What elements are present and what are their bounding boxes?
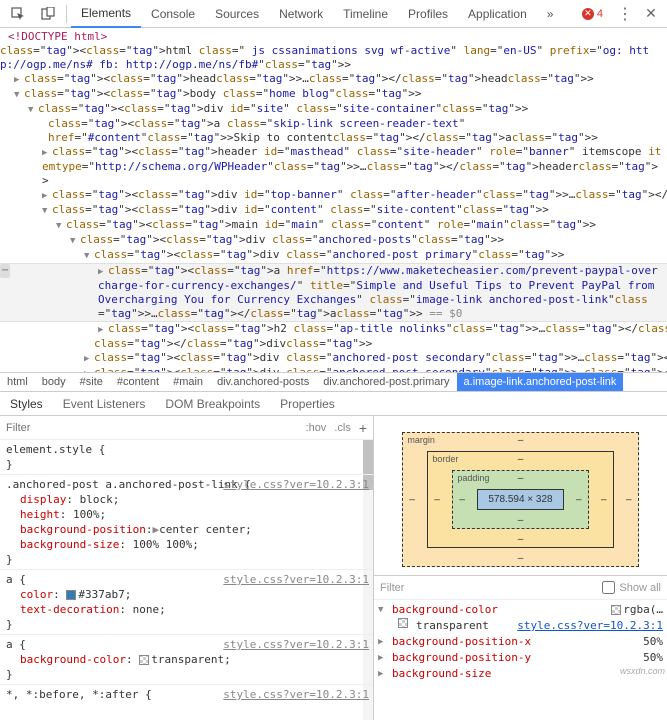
computed-row[interactable]: ▼ background-color rgba(… bbox=[378, 602, 663, 618]
crumb-body[interactable]: body bbox=[35, 373, 73, 391]
sidebar-tabs: Styles Event Listeners DOM Breakpoints P… bbox=[0, 392, 667, 416]
computed-sub-row[interactable]: transparent style.css?ver=10.2.3:1 bbox=[378, 618, 663, 634]
content-open[interactable]: ▼class="tag"><class="tag">div id="conten… bbox=[0, 203, 667, 218]
div-close-1[interactable]: class="tag"></class="tag">divclass="tag"… bbox=[0, 337, 667, 351]
panel-tabs: Elements Console Sources Network Timelin… bbox=[71, 0, 580, 28]
html-open[interactable]: class="tag"><class="tag">html class=" js… bbox=[0, 44, 667, 72]
gutter-dots-icon: ⋯ bbox=[0, 264, 10, 278]
cls-toggle[interactable]: .cls bbox=[334, 422, 351, 434]
crumb-html[interactable]: html bbox=[0, 373, 35, 391]
style-rule-4[interactable]: style.css?ver=10.2.3:1 *, *:before, *:af… bbox=[0, 685, 373, 704]
selected-element[interactable]: ⋯ ▶class="tag"><class="tag">a href="http… bbox=[0, 263, 667, 322]
crumb-primary[interactable]: div.anchored-post.primary bbox=[316, 373, 456, 391]
subtab-styles[interactable]: Styles bbox=[0, 392, 53, 416]
dom-tree[interactable]: <!DOCTYPE html> class="tag"><class="tag"… bbox=[0, 28, 667, 372]
close-icon[interactable]: ✕ bbox=[639, 5, 663, 22]
crumb-content[interactable]: #content bbox=[110, 373, 166, 391]
crumb-anchored-posts[interactable]: div.anchored-posts bbox=[210, 373, 316, 391]
color-swatch bbox=[398, 618, 408, 628]
expand-icon[interactable]: ▶ bbox=[378, 634, 388, 650]
styles-filter-bar: :hov .cls + bbox=[0, 416, 373, 440]
subtab-event-listeners[interactable]: Event Listeners bbox=[53, 392, 156, 416]
styles-panel: :hov .cls + element.style {} style.css?v… bbox=[0, 416, 374, 720]
box-content: 578.594 × 328 bbox=[477, 489, 563, 510]
hov-toggle[interactable]: :hov bbox=[306, 422, 327, 434]
tabs-overflow[interactable]: » bbox=[537, 0, 564, 28]
subtab-properties[interactable]: Properties bbox=[270, 392, 345, 416]
more-menu-icon[interactable]: ⋮ bbox=[613, 4, 637, 24]
source-link[interactable]: style.css?ver=10.2.3:1 bbox=[517, 618, 663, 634]
h2-line[interactable]: ▶class="tag"><class="tag">h2 class="ap-t… bbox=[0, 322, 667, 337]
site-open[interactable]: ▼class="tag"><class="tag">div id="site" … bbox=[0, 102, 667, 117]
expand-icon[interactable]: ▶ bbox=[378, 650, 388, 666]
color-swatch bbox=[611, 605, 621, 615]
style-rule-2[interactable]: style.css?ver=10.2.3:1 a { color: #337ab… bbox=[0, 570, 373, 635]
watermark: wsxdn.com bbox=[620, 666, 665, 676]
main-open[interactable]: ▼class="tag"><class="tag">main id="main"… bbox=[0, 218, 667, 233]
tab-application[interactable]: Application bbox=[458, 0, 537, 28]
tab-elements[interactable]: Elements bbox=[71, 0, 141, 28]
error-icon: ✕ bbox=[582, 8, 594, 20]
show-all-label: Show all bbox=[619, 582, 661, 594]
primary-open[interactable]: ▼class="tag"><class="tag">div class="anc… bbox=[0, 248, 667, 263]
tab-network[interactable]: Network bbox=[269, 0, 333, 28]
box-model[interactable]: margin – – – – border – – – – padding – … bbox=[374, 416, 667, 576]
tab-profiles[interactable]: Profiles bbox=[398, 0, 458, 28]
devtools-toolbar: Elements Console Sources Network Timelin… bbox=[0, 0, 667, 28]
breadcrumb: html body #site #content #main div.ancho… bbox=[0, 372, 667, 392]
style-rule-1[interactable]: style.css?ver=10.2.3:1 .anchored-post a.… bbox=[0, 475, 373, 570]
head-line[interactable]: ▶class="tag"><class="tag">headclass="tag… bbox=[0, 72, 667, 87]
inspect-icon[interactable] bbox=[4, 2, 32, 26]
separator bbox=[66, 5, 67, 23]
lower-split: :hov .cls + element.style {} style.css?v… bbox=[0, 416, 667, 720]
top-banner-line[interactable]: ▶class="tag"><class="tag">div id="top-ba… bbox=[0, 188, 667, 203]
show-all-checkbox[interactable] bbox=[602, 581, 615, 594]
styles-filter-input[interactable] bbox=[6, 422, 298, 434]
doctype-line[interactable]: <!DOCTYPE html> bbox=[0, 30, 667, 44]
color-swatch[interactable] bbox=[139, 655, 149, 665]
computed-list[interactable]: ▼ background-color rgba(… transparent st… bbox=[374, 600, 667, 720]
tab-timeline[interactable]: Timeline bbox=[333, 0, 398, 28]
computed-row[interactable]: ▶ background-position-x 50% bbox=[378, 634, 663, 650]
secondary-1[interactable]: ▶class="tag"><class="tag">div class="anc… bbox=[0, 351, 667, 366]
color-swatch[interactable] bbox=[66, 590, 76, 600]
device-toggle-icon[interactable] bbox=[34, 2, 62, 26]
computed-filter-label[interactable]: Filter bbox=[380, 582, 404, 594]
styles-body[interactable]: element.style {} style.css?ver=10.2.3:1 … bbox=[0, 440, 373, 720]
tab-console[interactable]: Console bbox=[141, 0, 205, 28]
anchored-posts-open[interactable]: ▼class="tag"><class="tag">div class="anc… bbox=[0, 233, 667, 248]
source-link[interactable]: style.css?ver=10.2.3:1 bbox=[223, 477, 369, 492]
header-line[interactable]: ▶class="tag"><class="tag">header id="mas… bbox=[0, 145, 667, 188]
crumb-site[interactable]: #site bbox=[73, 373, 110, 391]
computed-row[interactable]: ▶ background-position-y 50% bbox=[378, 650, 663, 666]
crumb-main[interactable]: #main bbox=[166, 373, 210, 391]
new-rule-button[interactable]: + bbox=[359, 420, 367, 436]
element-style-rule[interactable]: element.style {} bbox=[0, 440, 373, 475]
secondary-2[interactable]: ▶class="tag"><class="tag">div class="anc… bbox=[0, 366, 667, 372]
expand-icon[interactable]: ▼ bbox=[378, 602, 388, 618]
expand-icon[interactable]: ▶ bbox=[378, 666, 388, 682]
error-count: 4 bbox=[597, 8, 603, 20]
skip-link-line[interactable]: class="tag"><class="tag">a class="skip-l… bbox=[0, 117, 667, 145]
subtab-dom-breakpoints[interactable]: DOM Breakpoints bbox=[155, 392, 270, 416]
source-link[interactable]: style.css?ver=10.2.3:1 bbox=[223, 687, 369, 702]
source-link[interactable]: style.css?ver=10.2.3:1 bbox=[223, 637, 369, 652]
style-rule-3[interactable]: style.css?ver=10.2.3:1 a { background-co… bbox=[0, 635, 373, 685]
source-link[interactable]: style.css?ver=10.2.3:1 bbox=[223, 572, 369, 587]
crumb-selected[interactable]: a.image-link.anchored-post-link bbox=[457, 373, 624, 391]
body-open[interactable]: ▼class="tag"><class="tag">body class="ho… bbox=[0, 87, 667, 102]
tab-sources[interactable]: Sources bbox=[205, 0, 269, 28]
computed-filter-bar: Filter Show all bbox=[374, 576, 667, 600]
error-badge[interactable]: ✕ 4 bbox=[582, 8, 603, 20]
